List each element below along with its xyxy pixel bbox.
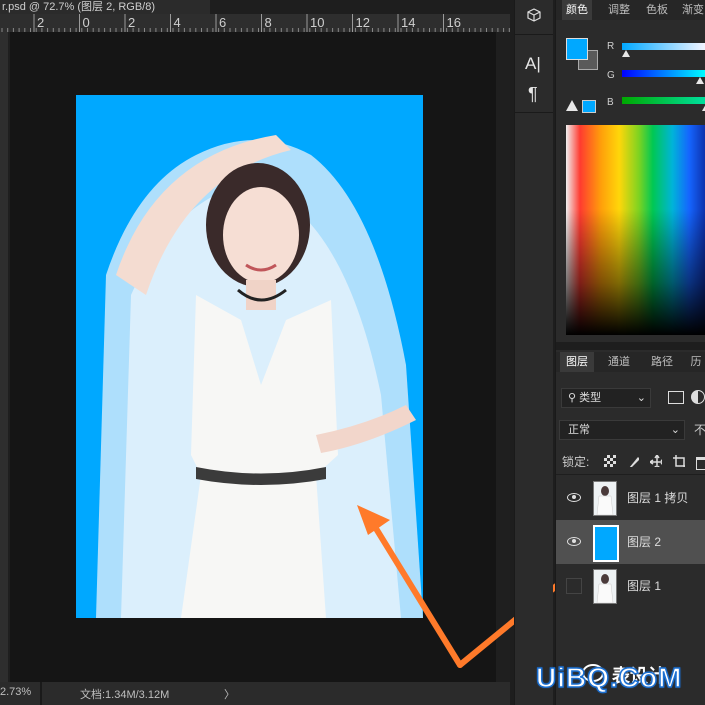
blend-mode-value: 正常 <box>568 424 590 436</box>
eye-icon <box>567 537 581 546</box>
chevron-down-icon: ⌄ <box>636 392 646 404</box>
websafe-color-swatch[interactable] <box>582 100 596 113</box>
layer-thumbnail <box>593 525 619 562</box>
tab-adjust[interactable]: 调整 <box>604 0 634 20</box>
zoom-level[interactable]: 2.73% <box>0 686 31 698</box>
tab-color[interactable]: 颜色 <box>562 0 592 20</box>
layer-row[interactable]: 图层 1 拷贝 <box>556 476 705 520</box>
lock-image-brush-icon[interactable] <box>627 455 639 467</box>
foreground-color-swatch[interactable] <box>566 38 588 60</box>
tab-history[interactable]: 历 <box>686 352 705 372</box>
thumbnail-figure <box>596 574 614 604</box>
tab-paths[interactable]: 路径 <box>645 352 679 372</box>
right-panel: 颜色 调整 色板 渐变 R G B 图层 通道 路径 历 ⚲ 类型 ⌄ 正常 ⌄… <box>555 0 705 705</box>
layer-visibility-toggle[interactable] <box>562 530 584 552</box>
tab-gradient[interactable]: 渐变 <box>678 0 705 20</box>
layer-name: 图层 1 <box>627 579 662 593</box>
red-slider-thumb[interactable] <box>622 50 630 57</box>
panel-tool-strip: A| ¶ <box>514 0 553 705</box>
watermark-site: UiBQ.CoM <box>535 661 683 694</box>
lock-transparent-icon[interactable] <box>604 455 616 467</box>
chevron-down-icon: ⌄ <box>670 424 680 436</box>
layer-row[interactable]: 图层 2 <box>556 520 705 564</box>
color-panel-tabs: 颜色 调整 色板 渐变 <box>556 0 705 20</box>
gamut-warning-icon[interactable] <box>566 100 578 111</box>
layer-visibility-toggle[interactable] <box>566 578 582 594</box>
layer-name: 图层 2 <box>627 535 662 549</box>
arrow-head-canvas <box>357 505 390 535</box>
layer-filter-select[interactable]: ⚲ 类型 ⌄ <box>561 388 651 408</box>
red-channel-label: R <box>607 41 615 52</box>
doc-size-info: 文档:1.34M/3.12M <box>80 689 170 701</box>
status-divider <box>40 682 42 705</box>
paragraph-panel-icon[interactable]: ¶ <box>528 84 538 105</box>
layer-row[interactable]: 图层 1 <box>556 564 705 608</box>
green-channel-label: G <box>607 70 615 81</box>
green-slider-thumb[interactable] <box>696 77 705 84</box>
green-channel-slider[interactable] <box>622 70 705 84</box>
thumbnail-figure <box>596 486 614 516</box>
3d-cube-icon[interactable] <box>527 8 541 22</box>
blue-channel-label: B <box>607 97 614 108</box>
tab-swatches[interactable]: 色板 <box>642 0 672 20</box>
red-channel-slider[interactable] <box>622 43 705 57</box>
layers-panel-tabs: 图层 通道 路径 历 <box>556 352 705 372</box>
layer-filter-label: 类型 <box>579 392 602 404</box>
adjustment-layer-filter-icon[interactable] <box>691 390 705 404</box>
pixel-layer-filter-icon[interactable] <box>668 391 684 404</box>
blue-channel-slider[interactable] <box>622 97 705 111</box>
eye-icon <box>567 493 581 502</box>
layer-name: 图层 1 拷贝 <box>627 491 689 505</box>
color-spectrum[interactable] <box>566 125 705 335</box>
blend-mode-select[interactable]: 正常 ⌄ <box>559 420 685 440</box>
lock-label: 锁定: <box>562 455 590 469</box>
layer-visibility-toggle[interactable] <box>562 486 584 508</box>
divider <box>515 112 553 113</box>
tab-layers[interactable]: 图层 <box>560 352 594 372</box>
opacity-label: 不 <box>694 423 705 437</box>
status-menu-arrow[interactable]: 〉 <box>224 686 235 702</box>
arrow-to-canvas <box>369 519 463 668</box>
lock-all-icon[interactable] <box>696 457 705 470</box>
divider <box>556 474 705 475</box>
lock-position-move-icon[interactable] <box>650 455 662 467</box>
character-panel-icon[interactable]: A| <box>525 54 541 74</box>
layer-thumbnail <box>593 481 617 516</box>
divider <box>515 34 553 35</box>
tab-channels[interactable]: 通道 <box>602 352 636 372</box>
lock-artboard-icon[interactable] <box>673 455 685 467</box>
panel-gap <box>556 342 705 350</box>
layer-thumbnail <box>593 569 617 604</box>
status-bar: 2.73% 文档:1.34M/3.12M 〉 <box>0 682 510 705</box>
search-icon: ⚲ <box>568 392 577 404</box>
